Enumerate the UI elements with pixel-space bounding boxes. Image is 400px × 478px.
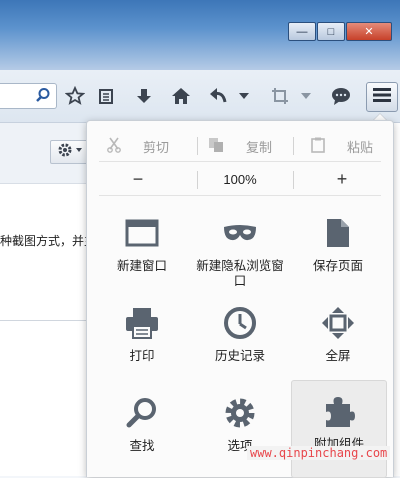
fullscreen-icon bbox=[318, 303, 358, 343]
maximize-button[interactable]: □ bbox=[317, 22, 345, 41]
save-page-button[interactable]: 保存页面 bbox=[291, 203, 385, 293]
magnifier-icon bbox=[122, 393, 162, 433]
dropdown-arrow-icon[interactable] bbox=[298, 84, 314, 108]
divider bbox=[99, 161, 381, 162]
menu-item-label: 保存页面 bbox=[312, 259, 363, 273]
download-icon[interactable] bbox=[132, 84, 156, 108]
menu-item-label: 查找 bbox=[129, 439, 155, 453]
reader-icon[interactable] bbox=[94, 84, 118, 108]
divider bbox=[197, 137, 198, 155]
fullscreen-button[interactable]: 全屏 bbox=[291, 293, 385, 383]
page-text: 种截图方式，并主 bbox=[0, 234, 92, 248]
divider bbox=[99, 195, 381, 196]
menu-item-label: 新建窗口 bbox=[116, 259, 167, 273]
divider bbox=[293, 171, 294, 189]
window-icon bbox=[122, 213, 162, 253]
dropdown-arrow-icon[interactable] bbox=[236, 84, 252, 108]
copy-label: 复制 bbox=[245, 139, 272, 155]
menu-item-label: 打印 bbox=[129, 349, 155, 363]
settings-dropdown[interactable] bbox=[50, 140, 90, 164]
paste-button[interactable]: 粘贴 bbox=[291, 131, 393, 161]
paste-icon bbox=[311, 137, 325, 156]
back-icon[interactable] bbox=[207, 84, 231, 108]
star-icon[interactable] bbox=[63, 84, 87, 108]
divider bbox=[197, 171, 198, 189]
divider bbox=[0, 320, 90, 321]
cut-button[interactable]: 剪切 bbox=[87, 131, 189, 161]
copy-icon bbox=[208, 137, 224, 156]
app-menu-panel: 剪切 复制 粘贴 − 100% + 新建窗口 新建隐私浏览窗口 保存页面 打印 … bbox=[86, 120, 394, 478]
edit-controls: 剪切 复制 粘贴 bbox=[87, 131, 393, 161]
addons-button[interactable]: 附加组件 bbox=[291, 380, 387, 478]
scissors-icon bbox=[107, 137, 121, 156]
mask-icon bbox=[220, 213, 260, 253]
menu-button[interactable] bbox=[366, 82, 398, 112]
new-window-button[interactable]: 新建窗口 bbox=[95, 203, 189, 293]
navigation-toolbar bbox=[0, 70, 400, 123]
cut-label: 剪切 bbox=[142, 139, 169, 155]
copy-button[interactable]: 复制 bbox=[189, 131, 291, 161]
gear-icon bbox=[57, 142, 83, 163]
search-icon[interactable] bbox=[35, 87, 51, 108]
menu-item-label: 全屏 bbox=[325, 349, 351, 363]
menu-item-label: 历史记录 bbox=[214, 349, 265, 363]
search-input[interactable] bbox=[0, 83, 57, 109]
find-button[interactable]: 查找 bbox=[95, 383, 189, 473]
zoom-out-button[interactable]: − bbox=[87, 165, 189, 193]
gear-icon bbox=[220, 393, 260, 433]
minimize-button[interactable]: — bbox=[288, 22, 316, 41]
printer-icon bbox=[122, 303, 162, 343]
watermark-text: www.qinpinchang.com bbox=[247, 446, 391, 460]
history-button[interactable]: 历史记录 bbox=[193, 293, 287, 383]
crop-icon[interactable] bbox=[268, 84, 292, 108]
chat-icon[interactable] bbox=[329, 84, 353, 108]
zoom-controls: − 100% + bbox=[87, 165, 393, 193]
page-icon bbox=[318, 213, 358, 253]
paste-label: 粘贴 bbox=[346, 139, 373, 155]
home-icon[interactable] bbox=[169, 84, 193, 108]
print-button[interactable]: 打印 bbox=[95, 293, 189, 383]
close-button[interactable]: ✕ bbox=[346, 22, 392, 41]
title-bar: — □ ✕ bbox=[0, 0, 400, 70]
clock-icon bbox=[220, 303, 260, 343]
zoom-reset-button[interactable]: 100% bbox=[189, 165, 291, 193]
zoom-in-button[interactable]: + bbox=[291, 165, 393, 193]
window-controls: — □ ✕ bbox=[287, 22, 392, 41]
divider bbox=[293, 137, 294, 155]
new-private-window-button[interactable]: 新建隐私浏览窗口 bbox=[193, 203, 287, 293]
menu-icon bbox=[373, 87, 391, 107]
menu-item-label: 新建隐私浏览窗口 bbox=[196, 259, 284, 288]
puzzle-icon bbox=[319, 391, 359, 431]
